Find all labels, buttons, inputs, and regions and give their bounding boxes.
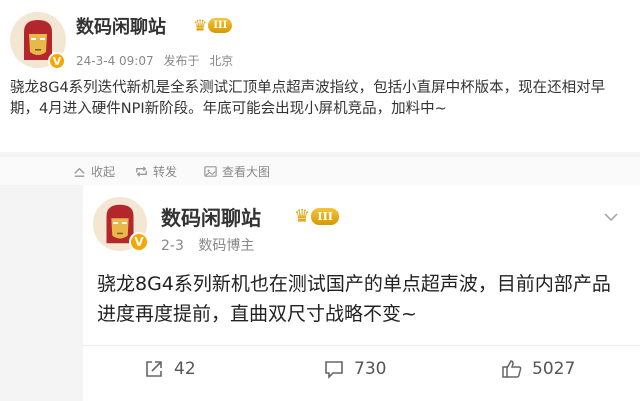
location: 北京: [209, 54, 234, 68]
timestamp: 24-3-4 09:07: [76, 54, 154, 68]
quoted-post-card[interactable]: V 数码闲聊站 ♛ III 2-3 数码博主 骁龙8G4系列新机也在测试国产的单…: [83, 185, 640, 401]
share-icon: [143, 358, 165, 380]
view-image-button[interactable]: 查看大图: [203, 157, 270, 185]
repost-icon: [134, 164, 149, 179]
image-icon: [203, 164, 218, 179]
collapse-button[interactable]: 收起: [72, 157, 115, 185]
like-button[interactable]: 5027: [501, 352, 575, 386]
author-name[interactable]: 数码闲聊站: [161, 202, 261, 231]
post-source: 数码博主: [198, 238, 255, 254]
thumbs-up-icon: [501, 358, 523, 380]
image-actions-row: 收起 转发 查看大图: [0, 157, 640, 185]
vip-badge: V: [129, 232, 149, 252]
post-text: 骁龙8G4系列新机也在测试国产的单点超声波，目前内部产品进度再度提前，直曲双尺寸…: [97, 273, 611, 325]
location-prefix: 发布于: [163, 54, 200, 68]
collapse-label: 收起: [91, 164, 116, 179]
level-badge[interactable]: ♛ III: [294, 205, 340, 227]
post-date: 2-3: [161, 238, 184, 254]
post-meta: 2-3 数码博主: [161, 235, 254, 255]
collapse-icon: [72, 164, 87, 179]
crown-icon: ♛: [193, 15, 208, 35]
comment-button[interactable]: 730: [323, 352, 386, 386]
author-name[interactable]: 数码闲聊站: [76, 13, 166, 39]
like-count: 5027: [532, 359, 576, 379]
share-button[interactable]: 42: [143, 352, 196, 386]
top-post: V 数码闲聊站 ♛ III 24-3-4 09:07 发布于 北京 骁龙8G4系…: [0, 0, 640, 152]
post-meta: 24-3-4 09:07 发布于 北京: [76, 52, 233, 69]
divider: [83, 345, 640, 346]
comment-count: 730: [354, 359, 387, 379]
view-image-label: 查看大图: [222, 164, 271, 179]
repost-button[interactable]: 转发: [134, 157, 177, 185]
crown-icon: ♛: [294, 205, 311, 227]
share-count: 42: [174, 359, 196, 379]
comment-icon: [323, 358, 345, 380]
level-badge[interactable]: ♛ III: [193, 15, 233, 35]
repost-label: 转发: [153, 164, 178, 179]
post-text: 骁龙8G4系列迭代新机是全系测试汇顶单点超声波指纹，包括小直屏中杯版本，现在还相…: [10, 80, 606, 117]
level-badge-text: III: [311, 207, 340, 225]
vip-badge: V: [48, 52, 66, 70]
level-badge-text: III: [208, 17, 233, 33]
chevron-down-icon[interactable]: [602, 208, 620, 226]
